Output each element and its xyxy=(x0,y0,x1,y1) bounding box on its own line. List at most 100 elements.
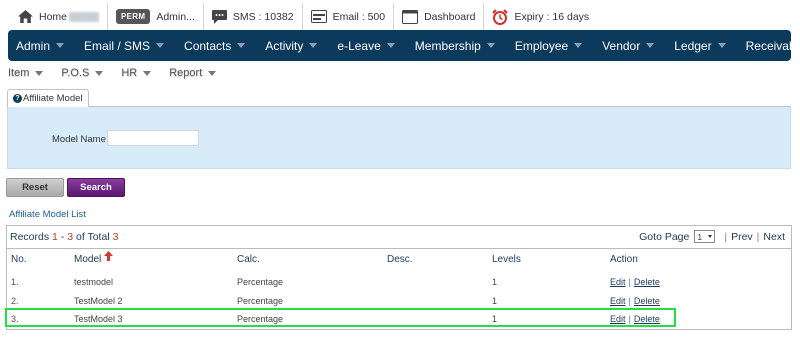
nav-activity[interactable]: Activity xyxy=(261,39,321,53)
cell-action: Edit | Delete xyxy=(610,296,660,306)
home-link[interactable]: Home xyxy=(10,3,109,30)
subnav-label: Report xyxy=(169,67,203,79)
reset-button[interactable]: Reset xyxy=(6,178,64,197)
table-toolbar: Records 1 - 3 of Total 3 Goto Page 1 | P… xyxy=(7,226,791,249)
subnav-pos[interactable]: P.O.S xyxy=(61,67,104,79)
records-to: 3 xyxy=(67,231,74,243)
dashboard-label: Dashboard xyxy=(424,10,476,23)
records-summary: Records 1 - 3 of Total 3 xyxy=(10,231,118,243)
dashboard-link[interactable]: Dashboard xyxy=(394,3,485,30)
sms-label: SMS : 10382 xyxy=(232,10,294,23)
prev-link[interactable]: Prev xyxy=(731,231,753,243)
page-select[interactable]: 1 xyxy=(694,230,716,243)
model-name-input[interactable] xyxy=(107,130,199,146)
subnav-label: P.O.S xyxy=(61,67,90,79)
chevron-down-icon xyxy=(35,70,44,76)
delete-link[interactable]: Delete xyxy=(634,314,660,324)
column-header-desc: Desc. xyxy=(387,254,413,265)
nav-receivables[interactable]: Receivables xyxy=(742,39,800,53)
cell-levels: 1 xyxy=(492,314,498,324)
chevron-down-icon xyxy=(208,70,217,76)
inbox-icon xyxy=(310,10,327,23)
nav-label: Receivables xyxy=(745,38,800,53)
nav-contacts[interactable]: Contacts xyxy=(180,39,249,53)
subnav-report[interactable]: Report xyxy=(169,67,217,79)
delete-link[interactable]: Delete xyxy=(634,277,660,287)
column-header-model[interactable]: Model xyxy=(74,254,101,265)
admin-menu[interactable]: PERM Admin... xyxy=(108,3,204,30)
goto-page-label: Goto Page xyxy=(639,230,690,243)
next-link[interactable]: Next xyxy=(763,231,785,243)
nav-email-sms[interactable]: Email / SMS xyxy=(80,39,168,53)
chevron-down-icon xyxy=(717,43,726,48)
pagination: Goto Page 1 | Prev | Next xyxy=(639,230,785,243)
main-navigation: Admin Email / SMS Contacts Activity e-Le… xyxy=(8,30,800,61)
chevron-down-icon xyxy=(156,43,165,48)
pager-separator: | xyxy=(724,230,728,243)
chevron-down-icon xyxy=(237,43,246,48)
window-icon xyxy=(402,9,419,24)
cell-levels: 1 xyxy=(492,296,498,306)
column-header-action: Action xyxy=(610,254,638,265)
home-label: Home xyxy=(39,10,68,23)
chevron-down-icon xyxy=(95,70,104,76)
cell-no: 3. xyxy=(11,314,19,324)
cell-no: 1. xyxy=(11,277,19,287)
edit-link[interactable]: Edit xyxy=(610,277,626,287)
chevron-down-icon xyxy=(708,235,713,238)
nav-ledger[interactable]: Ledger xyxy=(670,39,729,53)
chevron-down-icon xyxy=(486,43,495,48)
column-header-calc: Calc. xyxy=(237,254,260,265)
subnav-label: Item xyxy=(8,67,30,79)
chevron-down-icon xyxy=(574,43,583,48)
subnav-label: HR xyxy=(121,67,138,79)
nav-admin[interactable]: Admin xyxy=(12,39,68,53)
records-dash: - xyxy=(60,231,65,243)
blurred-username xyxy=(69,11,100,22)
sort-arrow-icon[interactable] xyxy=(104,251,113,261)
cell-calc: Percentage xyxy=(237,314,284,324)
perm-badge: PERM xyxy=(116,9,151,24)
nav-label: Email / SMS xyxy=(84,38,151,53)
nav-vendor[interactable]: Vendor xyxy=(598,39,658,53)
records-from: 1 xyxy=(52,231,58,243)
tab-label: Affiliate Model xyxy=(23,93,83,104)
cell-model: TestModel 2 xyxy=(74,296,123,306)
cell-model: testmodel xyxy=(74,277,114,287)
cell-model: TestModel 3 xyxy=(74,314,123,324)
action-separator: | xyxy=(628,277,631,287)
nav-label: Vendor xyxy=(602,38,641,53)
email-link[interactable]: Email : 500 xyxy=(303,3,395,30)
records-total: 3 xyxy=(112,231,119,243)
action-separator: | xyxy=(628,296,631,306)
nav-label: e-Leave xyxy=(337,38,381,53)
sms-link[interactable]: SMS : 10382 xyxy=(204,3,303,30)
chevron-down-icon xyxy=(143,70,152,76)
column-header-levels: Levels xyxy=(492,254,521,265)
search-button[interactable]: Search xyxy=(67,178,125,197)
cell-action: Edit | Delete xyxy=(610,314,660,324)
page-select-value: 1 xyxy=(697,231,703,242)
nav-employee[interactable]: Employee xyxy=(511,39,586,53)
edit-link[interactable]: Edit xyxy=(610,314,626,324)
subnav-hr[interactable]: HR xyxy=(121,67,152,79)
list-title: Affiliate Model List xyxy=(9,209,86,220)
tab-affiliate-model[interactable]: ? Affiliate Model xyxy=(7,89,89,107)
chevron-down-icon xyxy=(386,43,395,48)
nav-e-leave[interactable]: e-Leave xyxy=(333,39,398,53)
table-row: 1. testmodel Percentage 1 Edit | Delete xyxy=(7,273,791,292)
action-separator: | xyxy=(628,314,631,324)
nav-label: Employee xyxy=(514,38,569,53)
cell-calc: Percentage xyxy=(237,277,284,287)
subnav-item[interactable]: Item xyxy=(8,67,44,79)
chevron-down-icon xyxy=(309,43,318,48)
nav-label: Membership xyxy=(414,38,481,53)
delete-link[interactable]: Delete xyxy=(634,296,660,306)
sub-navigation: Item P.O.S HR Report xyxy=(8,65,234,81)
nav-label: Activity xyxy=(265,38,304,53)
records-prefix: Records xyxy=(10,231,50,243)
edit-link[interactable]: Edit xyxy=(610,296,626,306)
expiry-info: Expiry : 16 days xyxy=(484,3,597,30)
email-label: Email : 500 xyxy=(332,10,386,23)
nav-membership[interactable]: Membership xyxy=(411,39,499,53)
